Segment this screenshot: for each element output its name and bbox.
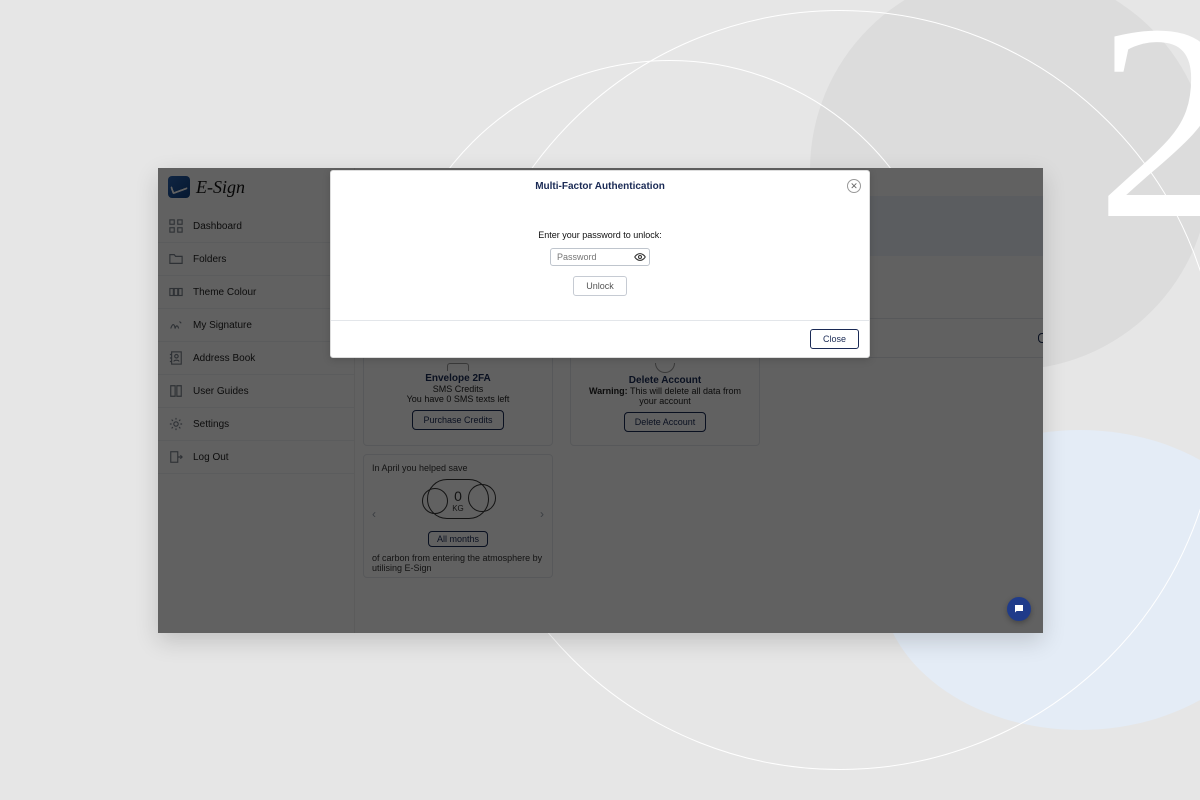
unlock-button[interactable]: Unlock: [573, 276, 627, 296]
close-icon[interactable]: ✕: [847, 179, 861, 193]
app-window: E-Sign Dashboard Folders: [158, 168, 1043, 633]
modal-header: Multi-Factor Authentication ✕: [331, 171, 869, 202]
modal-prompt: Enter your password to unlock:: [351, 230, 849, 240]
modal-footer: Close: [331, 320, 869, 357]
close-button[interactable]: Close: [810, 329, 859, 349]
help-chat-button[interactable]: [1007, 597, 1031, 621]
decor-step-number: 2: [1096, 0, 1200, 283]
eye-icon[interactable]: [634, 251, 646, 263]
modal-body: Enter your password to unlock: Unlock: [331, 202, 869, 320]
mfa-modal: Multi-Factor Authentication ✕ Enter your…: [330, 170, 870, 358]
modal-title: Multi-Factor Authentication: [535, 181, 665, 192]
